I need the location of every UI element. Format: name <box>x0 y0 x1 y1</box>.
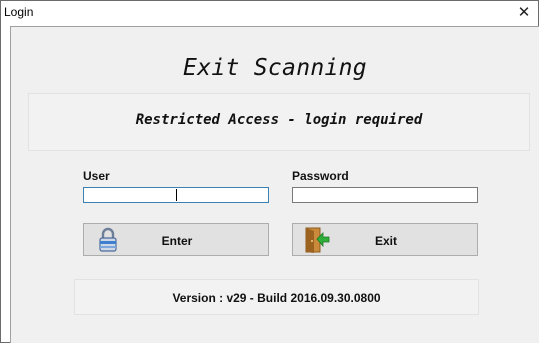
exit-button-label: Exit <box>374 234 397 248</box>
user-label: User <box>83 169 110 183</box>
version-text: Version : v29 - Build 2016.09.30.0800 <box>172 291 381 305</box>
text-caret <box>176 189 177 201</box>
page-title: Exit Scanning <box>183 55 367 81</box>
access-banner: Restricted Access - login required <box>28 93 530 151</box>
login-window: Login ✕ Exit Scanning Restricted Access … <box>0 0 539 343</box>
exit-button[interactable]: Exit <box>292 223 478 256</box>
banner-text: Restricted Access - login required <box>135 112 423 128</box>
password-label: Password <box>292 169 349 183</box>
title-bar[interactable]: Login ✕ <box>1 1 538 25</box>
enter-button[interactable]: Enter <box>83 223 269 256</box>
enter-button-label: Enter <box>161 234 193 248</box>
password-input[interactable] <box>292 187 478 203</box>
close-icon[interactable]: ✕ <box>514 3 534 23</box>
version-panel: Version : v29 - Build 2016.09.30.0800 <box>74 279 479 315</box>
login-panel: Exit Scanning Restricted Access - login … <box>10 26 539 343</box>
window-title: Login <box>4 5 34 19</box>
user-input[interactable] <box>83 187 269 203</box>
